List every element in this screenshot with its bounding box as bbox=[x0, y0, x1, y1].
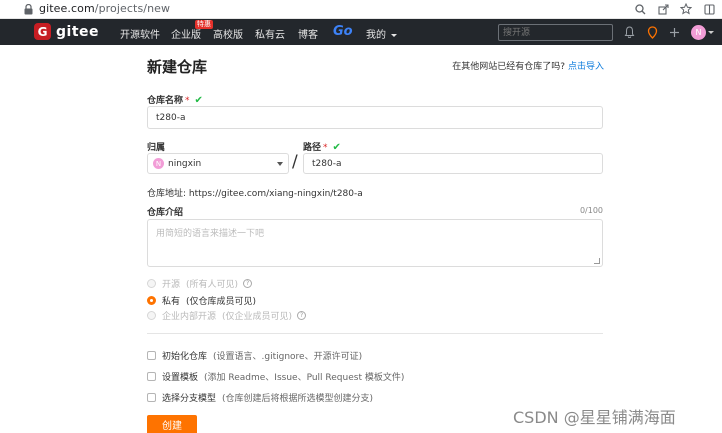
zoom-icon[interactable] bbox=[633, 2, 647, 16]
option-hint: (设置语言、.gitignore、开源许可证) bbox=[213, 352, 363, 362]
owner-avatar: N bbox=[153, 158, 164, 169]
nav-private-cloud[interactable]: 私有云 bbox=[255, 26, 285, 41]
url-path: /projects/new bbox=[94, 2, 171, 15]
import-hint-text: 在其他网站已经有仓库了吗? bbox=[452, 62, 565, 72]
gitee-logo-icon: G bbox=[34, 23, 51, 40]
valid-check-icon: ✔ bbox=[332, 142, 341, 153]
repo-name-label: 仓库名称 * ✔ bbox=[147, 93, 203, 106]
csdn-watermark: CSDN @星星铺满海面 bbox=[513, 408, 676, 427]
repo-name-input[interactable]: t280-a bbox=[147, 106, 603, 129]
share-icon[interactable] bbox=[656, 2, 670, 16]
browser-address-bar: gitee.com/projects/new bbox=[0, 0, 722, 19]
radio-button[interactable] bbox=[147, 311, 156, 320]
repo-name-label-text: 仓库名称 bbox=[147, 96, 184, 106]
nav-blog[interactable]: 博客 bbox=[298, 26, 318, 41]
url-host: gitee.com bbox=[39, 2, 95, 15]
help-icon[interactable]: ? bbox=[243, 279, 253, 288]
avatar-chevron-down-icon[interactable] bbox=[708, 31, 714, 34]
option-init-repo[interactable]: 初始化仓库 (设置语言、.gitignore、开源许可证) bbox=[147, 349, 362, 362]
owner-label: 归属 bbox=[147, 143, 166, 153]
radio-hint: (仅企业成员可见) bbox=[222, 312, 293, 322]
import-hint: 在其他网站已经有仓库了吗? 点击导入 bbox=[452, 59, 604, 72]
checkbox[interactable] bbox=[147, 372, 156, 381]
section-divider bbox=[147, 333, 603, 334]
gitee-logo[interactable]: G gitee bbox=[34, 23, 99, 40]
option-label: 设置模板 bbox=[162, 373, 199, 383]
option-label: 选择分支模型 bbox=[162, 394, 217, 404]
desc-textarea[interactable]: 用简短的语言来描述一下吧 bbox=[147, 219, 603, 267]
option-hint: (添加 Readme、Issue、Pull Request 模板文件) bbox=[204, 373, 405, 383]
desc-counter: 0/100 bbox=[579, 206, 603, 215]
extensions-icon[interactable] bbox=[702, 2, 716, 16]
bell-icon[interactable] bbox=[622, 25, 636, 39]
chevron-down-icon bbox=[277, 162, 283, 166]
desc-label: 仓库介绍 bbox=[147, 208, 184, 218]
bookmark-star-icon[interactable] bbox=[679, 2, 693, 16]
repo-address-label: 仓库地址: bbox=[147, 189, 187, 199]
nav-open-source[interactable]: 开源软件 bbox=[120, 26, 160, 41]
radio-label: 企业内部开源 bbox=[162, 312, 217, 322]
location-badge-icon[interactable] bbox=[645, 25, 659, 39]
radio-label: 开源 bbox=[162, 280, 181, 290]
create-button[interactable]: 创建 bbox=[147, 415, 197, 433]
page-title: 新建仓库 bbox=[147, 58, 208, 76]
owner-select[interactable]: N ningxin bbox=[147, 153, 289, 174]
radio-button[interactable] bbox=[147, 279, 156, 288]
chevron-down-icon bbox=[391, 33, 398, 37]
required-mark: * bbox=[323, 143, 328, 153]
gitee-logo-text: gitee bbox=[56, 23, 100, 40]
visibility-open-source[interactable]: 开源 (所有人可见) ? bbox=[147, 277, 253, 290]
option-set-template[interactable]: 设置模板 (添加 Readme、Issue、Pull Request 模板文件) bbox=[147, 370, 404, 383]
lock-icon bbox=[24, 4, 33, 15]
nav-mine-label: 我的 bbox=[366, 30, 386, 41]
url-text[interactable]: gitee.com/projects/new bbox=[39, 2, 170, 15]
owner-name: ningxin bbox=[168, 158, 202, 169]
nav-go[interactable]: Go bbox=[333, 24, 353, 39]
visibility-private[interactable]: 私有 (仅仓库成员可见) bbox=[147, 294, 256, 307]
import-link[interactable]: 点击导入 bbox=[568, 62, 604, 72]
plus-icon[interactable] bbox=[667, 25, 681, 39]
checkbox[interactable] bbox=[147, 393, 156, 402]
option-label: 初始化仓库 bbox=[162, 352, 208, 362]
nav-education[interactable]: 高校版 bbox=[213, 26, 243, 41]
gitee-navbar: G gitee 开源软件 企业版 特惠 高校版 私有云 博客 Go 我的 N bbox=[0, 19, 722, 45]
desc-placeholder: 用简短的语言来描述一下吧 bbox=[156, 229, 265, 239]
radio-button-selected[interactable] bbox=[147, 296, 156, 305]
enterprise-promo-badge: 特惠 bbox=[195, 20, 213, 29]
option-branch-model[interactable]: 选择分支模型 (仓库创建后将根据所选模型创建分支) bbox=[147, 391, 373, 404]
nav-search-input[interactable] bbox=[498, 24, 613, 41]
valid-check-icon: ✔ bbox=[194, 95, 203, 106]
radio-label: 私有 bbox=[162, 297, 181, 307]
radio-hint: (所有人可见) bbox=[186, 280, 239, 290]
resize-handle-icon[interactable] bbox=[594, 258, 600, 264]
path-label: 路径 * ✔ bbox=[303, 140, 341, 153]
user-avatar[interactable]: N bbox=[691, 25, 706, 40]
nav-mine[interactable]: 我的 bbox=[366, 26, 398, 41]
repo-address: 仓库地址: https://gitee.com/xiang-ningxin/t2… bbox=[147, 186, 363, 199]
visibility-enterprise[interactable]: 企业内部开源 (仅企业成员可见) ? bbox=[147, 309, 307, 322]
option-hint: (仓库创建后将根据所选模型创建分支) bbox=[222, 394, 374, 404]
checkbox[interactable] bbox=[147, 351, 156, 360]
radio-hint: (仅仓库成员可见) bbox=[186, 297, 257, 307]
path-label-text: 路径 bbox=[303, 143, 322, 153]
help-icon[interactable]: ? bbox=[297, 311, 307, 320]
required-mark: * bbox=[185, 96, 190, 106]
path-separator: / bbox=[292, 152, 298, 172]
path-input[interactable]: t280-a bbox=[303, 153, 603, 174]
repo-address-value: https://gitee.com/xiang-ningxin/t280-a bbox=[188, 189, 363, 199]
